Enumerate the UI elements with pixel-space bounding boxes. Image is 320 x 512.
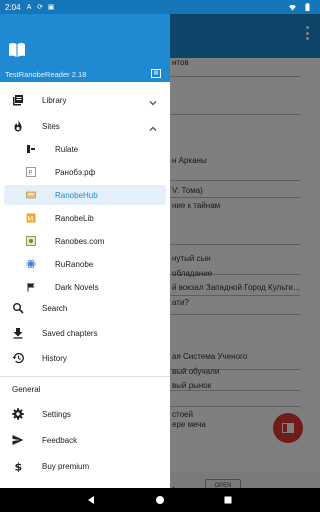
nav-buy-premium[interactable]: $ Buy premium	[0, 454, 170, 478]
nav-saved-chapters[interactable]: Saved chapters	[0, 321, 170, 345]
book-icon	[8, 42, 26, 58]
drawer-header: TestRanobeReader 2.18 ▤	[0, 14, 170, 82]
site-item-ruranobe[interactable]: RuRanobe	[4, 254, 166, 274]
ranobes-icon	[26, 236, 36, 246]
home-icon[interactable]	[154, 494, 166, 506]
site-item-rulate[interactable]: Rulate	[4, 139, 166, 159]
svg-text:P: P	[28, 169, 32, 177]
flag-icon	[26, 282, 36, 292]
site-label: Rulate	[55, 144, 79, 154]
sync-icon: ⟳	[37, 3, 44, 11]
svg-text:M: M	[27, 215, 33, 223]
site-item-ranobehub[interactable]: RanobeHub	[4, 185, 166, 205]
site-item-ranobe-rf[interactable]: P Ранобэ.рф	[4, 162, 166, 182]
library-icon	[12, 94, 24, 106]
site-item-ranobes[interactable]: Ranobes.com	[4, 231, 166, 251]
site-label: RanobeLib	[55, 213, 94, 223]
site-item-dark-novels[interactable]: Dark Novels	[4, 277, 166, 297]
site-item-ranobelib[interactable]: M RanobeLib	[4, 208, 166, 228]
nav-sites[interactable]: Sites	[0, 114, 170, 138]
divider	[0, 376, 170, 377]
nav-search-label: Search	[42, 303, 68, 313]
site-label: Ранобэ.рф	[55, 167, 96, 177]
download-icon	[12, 327, 24, 339]
chevron-down-icon	[148, 95, 158, 106]
nav-settings[interactable]: Settings	[0, 402, 170, 426]
navigation-drawer: TestRanobeReader 2.18 ▤ Library Sites Ru…	[0, 14, 170, 488]
send-icon	[12, 434, 24, 446]
wifi-icon	[289, 4, 296, 11]
gear-icon	[12, 408, 24, 420]
screenshot-icon: ▣	[47, 3, 55, 11]
nav-saved-label: Saved chapters	[42, 328, 98, 338]
nav-history-label: History	[42, 353, 67, 363]
ranobe-rf-icon: P	[26, 167, 36, 177]
nav-search[interactable]: Search	[0, 296, 170, 320]
fire-icon	[12, 120, 24, 132]
nav-sites-label: Sites	[42, 121, 60, 131]
nav-library[interactable]: Library	[0, 88, 170, 112]
site-label: RanobeHub	[55, 190, 98, 200]
nav-feedback-label: Feedback	[42, 435, 78, 445]
history-icon	[12, 352, 24, 364]
a-icon: A	[26, 3, 32, 11]
ruranobe-icon	[26, 259, 36, 269]
site-label: Ranobes.com	[55, 236, 105, 246]
system-navigation-bar	[0, 488, 320, 512]
ranobehub-icon	[26, 190, 36, 200]
nav-feedback[interactable]: Feedback	[0, 428, 170, 452]
site-label: Dark Novels	[55, 282, 99, 292]
svg-text:$: $	[15, 461, 23, 473]
rulate-icon	[26, 144, 36, 154]
nav-library-label: Library	[42, 95, 67, 105]
status-bar: 2:04 A ⟳ ▣	[0, 0, 320, 14]
account-switch-icon[interactable]: ▤	[151, 69, 161, 78]
nav-history[interactable]: History	[0, 346, 170, 370]
dollar-icon: $	[12, 460, 24, 473]
general-section-title: General	[12, 385, 41, 394]
search-icon	[12, 302, 24, 314]
status-time: 2:04	[5, 2, 21, 12]
battery-icon	[304, 3, 311, 11]
nav-premium-label: Buy premium	[42, 461, 90, 471]
back-icon[interactable]	[85, 494, 97, 506]
app-name: TestRanobeReader 2.18	[5, 70, 87, 79]
chevron-up-icon	[148, 121, 158, 131]
recents-icon[interactable]	[222, 494, 234, 506]
ranobelib-icon: M	[26, 213, 36, 223]
site-label: RuRanobe	[55, 259, 94, 269]
nav-settings-label: Settings	[42, 409, 71, 419]
